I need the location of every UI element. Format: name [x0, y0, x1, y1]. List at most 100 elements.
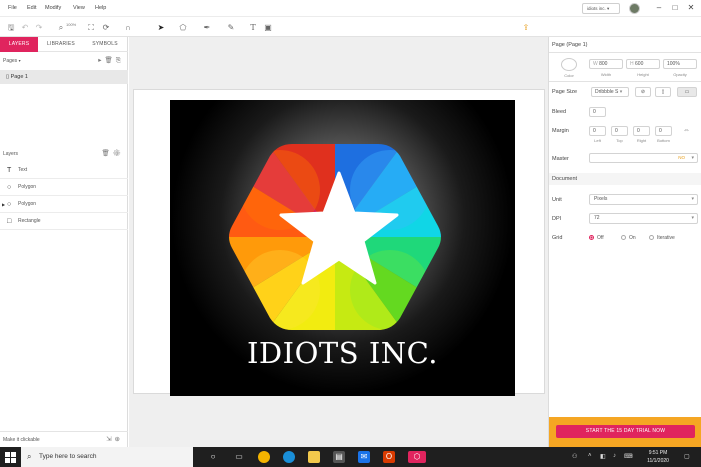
page-icon: ▯ — [6, 74, 10, 80]
zoom-icon[interactable]: ⌕ — [56, 22, 66, 33]
task-view-icon[interactable]: ○ — [207, 451, 219, 463]
zoom-level[interactable]: 100% — [66, 22, 76, 27]
link-add-icon[interactable]: ⇲⊕ — [106, 432, 123, 448]
grid-on-radio[interactable]: On — [621, 235, 636, 241]
taskbar-clock[interactable]: 9:51 PM 11/1/2020 — [636, 449, 680, 465]
user-menu[interactable]: idiots inc. ▾ — [582, 3, 620, 14]
chevron-down-icon: ▾ — [691, 155, 694, 161]
height-sub: Height — [637, 72, 649, 77]
master-select[interactable]: NO ▾ — [589, 153, 698, 163]
artboard[interactable]: IDIOTS INC. — [133, 89, 545, 396]
width-field[interactable]: W 800 — [589, 59, 623, 69]
make-clickable-label: Make it clickable — [3, 437, 40, 443]
tab-symbols[interactable]: SYMBOLS — [84, 37, 126, 52]
unit-label: Unit — [552, 197, 562, 203]
select-tool-icon[interactable]: ➤ — [156, 22, 166, 33]
artwork-image[interactable]: IDIOTS INC. — [170, 100, 515, 396]
volume-icon[interactable]: ♪ — [613, 453, 616, 459]
gravit-app-icon[interactable]: ⬡ — [408, 451, 426, 463]
taskbar-search[interactable]: ⌕ Type here to search — [21, 447, 193, 467]
fit-icon[interactable]: ⛶ — [86, 22, 96, 33]
logo-text[interactable]: IDIOTS INC. — [170, 336, 515, 370]
margin-top-field[interactable]: 0 — [611, 126, 628, 136]
text-tool-icon[interactable]: T — [248, 22, 258, 33]
shape-tool-icon[interactable]: ⬠ — [177, 22, 189, 33]
chevron-up-icon[interactable]: ˄ — [588, 453, 592, 459]
menu-view[interactable]: View — [73, 5, 85, 11]
opacity-field[interactable]: 100% — [663, 59, 697, 69]
pencil-tool-icon[interactable]: ✎ — [225, 22, 237, 33]
link-icon[interactable]: ⊘ — [635, 87, 651, 97]
layer-row[interactable]: ○ Polygon — [0, 179, 128, 196]
close-icon[interactable]: ✕ — [684, 2, 698, 14]
store-icon[interactable]: ▤ — [333, 451, 345, 463]
windows-start-icon[interactable] — [5, 452, 16, 463]
grid-iterative-radio[interactable]: Iterative — [649, 235, 675, 241]
grid-label: Grid — [552, 235, 563, 241]
make-clickable-bar[interactable]: Make it clickable ⇲⊕ — [0, 431, 128, 447]
portrait-icon[interactable]: ▯ — [655, 87, 671, 97]
layer-row[interactable]: □ Rectangle — [0, 213, 128, 230]
file-explorer-icon[interactable] — [308, 451, 320, 463]
expand-icon[interactable]: ▶ — [2, 196, 5, 213]
unit-select[interactable]: Pixels ▾ — [589, 194, 698, 205]
menu-help[interactable]: Help — [95, 5, 106, 11]
office-icon[interactable]: O — [383, 451, 395, 463]
color-swatch[interactable] — [561, 58, 577, 71]
margin-sub-top: Top — [616, 138, 623, 143]
layer-row[interactable]: ▶ ○ Polygon — [0, 196, 128, 213]
start-trial-button[interactable]: START THE 15 DAY TRIAL NOW — [556, 425, 695, 438]
chevron-down-icon: ▾ — [691, 215, 694, 221]
layer-row[interactable]: T Text — [0, 162, 128, 179]
avatar[interactable] — [629, 3, 640, 14]
menu-edit[interactable]: Edit — [27, 5, 36, 11]
trial-banner: START THE 15 DAY TRIAL NOW — [549, 417, 701, 447]
pen-tool-icon[interactable]: ✒ — [201, 22, 213, 33]
layers-header: Layers 🗑⚙ — [0, 148, 128, 160]
height-field[interactable]: H 600 — [626, 59, 660, 69]
margin-lock-icon[interactable]: ⇔ — [683, 127, 690, 134]
chrome-icon[interactable] — [258, 451, 270, 463]
page-size-label: Page Size — [552, 89, 578, 95]
menu-modify[interactable]: Modify — [45, 5, 61, 11]
dpi-select[interactable]: 72 ▾ — [589, 213, 698, 224]
width-sub: Width — [600, 72, 612, 77]
image-tool-icon[interactable]: ▣ — [262, 22, 274, 33]
mail-icon[interactable]: ✉ — [358, 451, 370, 463]
pages-actions[interactable]: ▸🗑⎘ — [98, 55, 124, 67]
page-size-select[interactable]: Dribbble S ▾ — [591, 87, 629, 97]
language-icon[interactable]: ⌨ — [624, 453, 633, 460]
rotate-icon[interactable]: ⟳ — [100, 22, 112, 33]
polygon-layer-icon: ○ — [7, 184, 12, 191]
export-icon[interactable]: ⇪ — [520, 22, 532, 33]
margin-sub-bottom: Bottom — [657, 138, 670, 143]
notifications-icon[interactable]: ▢ — [684, 453, 690, 460]
margin-left-field[interactable]: 0 — [589, 126, 606, 136]
page-item[interactable]: ▯ Page 1 — [0, 70, 128, 84]
tab-layers[interactable]: LAYERS — [0, 37, 38, 52]
bleed-label: Bleed — [552, 109, 567, 115]
undo-icon[interactable]: ↶ — [20, 22, 30, 33]
minimize-icon[interactable]: – — [652, 2, 666, 14]
canvas[interactable]: IDIOTS INC. — [129, 37, 548, 447]
edge-icon[interactable] — [283, 451, 295, 463]
network-icon[interactable]: ◧ — [600, 453, 606, 460]
grid-off-radio[interactable]: Off — [589, 235, 604, 241]
toolbar: 🖫 ↶ ↷ ⌕ 100% ⛶ ⟳ ∩ ➤ ⬠ ✒ ✎ T ▣ ⇪ — [0, 18, 701, 37]
pages-header: Pages ▾ ▸🗑⎘ — [0, 55, 128, 67]
maximize-icon[interactable]: □ — [668, 2, 682, 14]
redo-icon[interactable]: ↷ — [34, 22, 44, 33]
menu-file[interactable]: File — [8, 5, 17, 11]
task-manager-icon[interactable]: ▭ — [233, 451, 245, 463]
margin-bottom-field[interactable]: 0 — [655, 126, 672, 136]
people-icon[interactable]: ⚇ — [572, 453, 577, 460]
magnet-icon[interactable]: ∩ — [122, 22, 134, 33]
bleed-field[interactable]: 0 — [589, 107, 606, 117]
tab-libraries[interactable]: LIBRARIES — [40, 37, 82, 52]
layers-actions[interactable]: 🗑⚙ — [101, 148, 124, 160]
landscape-icon[interactable]: ▭ — [677, 87, 697, 97]
layers-label: Layers — [3, 151, 19, 157]
margin-right-field[interactable]: 0 — [633, 126, 650, 136]
right-panel: Page (Page 1) Color W 800 Width H 600 He… — [548, 37, 701, 447]
save-icon[interactable]: 🖫 — [6, 22, 16, 33]
